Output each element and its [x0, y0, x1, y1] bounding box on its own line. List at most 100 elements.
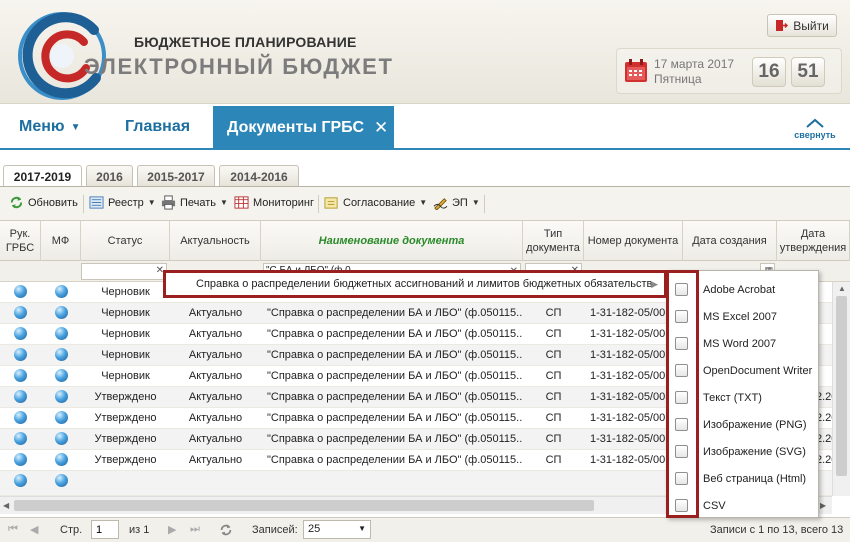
- column-header-docname[interactable]: Наименование документа: [261, 221, 523, 261]
- row-doctype: СП: [545, 412, 562, 424]
- monitoring-button[interactable]: Мониторинг: [234, 195, 314, 210]
- row-actuality: Актуально: [188, 370, 243, 382]
- export-format-checkbox[interactable]: [675, 499, 688, 512]
- row-status: Утверждено: [94, 391, 157, 403]
- export-format-item[interactable]: MS Word 2007: [667, 330, 820, 357]
- printer-icon: [161, 195, 176, 210]
- column-header-doctype[interactable]: Тип документа: [523, 221, 584, 261]
- row-actuality: Актуально: [188, 349, 243, 361]
- records-per-page-select[interactable]: 25 ▼: [303, 520, 371, 539]
- print-report-menu-item[interactable]: Справка о распределении бюджетных ассигн…: [163, 270, 667, 298]
- refresh-label: Обновить: [28, 196, 78, 209]
- refresh-button[interactable]: Обновить: [9, 195, 78, 210]
- column-header-status[interactable]: Статус: [81, 221, 170, 261]
- column-header-docnum[interactable]: Номер документа: [584, 221, 683, 261]
- main-nav: Меню ▼ Главная Документы ГРБС ✕ свернуть: [0, 104, 850, 150]
- close-icon[interactable]: ✕: [374, 118, 388, 138]
- page-label: Стр.: [60, 524, 83, 536]
- export-format-checkbox[interactable]: [675, 364, 688, 377]
- export-format-item[interactable]: Веб страница (Html): [667, 465, 820, 492]
- row-doctype: СП: [545, 328, 562, 340]
- monitoring-label: Мониторинг: [253, 196, 315, 209]
- exit-button[interactable]: Выйти: [767, 14, 837, 37]
- app-window: БЮДЖЕТНОЕ ПЛАНИРОВАНИЕ ЭЛЕКТРОННЫЙ БЮДЖЕ…: [0, 0, 850, 542]
- vertical-scroll-thumb[interactable]: [836, 296, 847, 476]
- row-docnum: 1-31-182-05/00: [590, 370, 666, 382]
- export-format-item[interactable]: CSV: [667, 492, 820, 519]
- registry-label: Реестр: [108, 196, 144, 209]
- scroll-left-icon[interactable]: ◀: [3, 501, 9, 510]
- export-format-checkbox[interactable]: [675, 418, 688, 431]
- year-tab-2014-2016[interactable]: 2014-2016: [219, 165, 299, 187]
- tab-documents-grbs-label: Документы ГРБС: [227, 119, 364, 136]
- row-doctype: СП: [545, 307, 562, 319]
- records-per-page-label: Записей:: [252, 524, 298, 536]
- refresh-icon[interactable]: [219, 523, 233, 537]
- export-format-item[interactable]: Текст (TXT): [667, 384, 820, 411]
- horizontal-scroll-thumb[interactable]: [14, 500, 594, 511]
- row-doctype: СП: [545, 433, 562, 445]
- column-header-mf[interactable]: МФ: [41, 221, 81, 261]
- pagination-bar: ⏮ ◀ Стр. из 1 ▶ ⏭ Записей: 25 ▼ Записи с…: [0, 517, 850, 542]
- print-button[interactable]: Печать ▼: [161, 195, 228, 210]
- vertical-scrollbar[interactable]: ▲: [832, 282, 850, 496]
- column-header-created[interactable]: Дата создания: [683, 221, 777, 261]
- system-title-line1: БЮДЖЕТНОЕ ПЛАНИРОВАНИЕ: [134, 34, 357, 50]
- rukgrbs-status-icon: [0, 429, 41, 450]
- export-format-item[interactable]: Изображение (PNG): [667, 411, 820, 438]
- year-tab-2015-2017[interactable]: 2015-2017: [137, 165, 215, 187]
- date-time-panel: 17 марта 2017 Пятница 16 51: [616, 48, 842, 94]
- ep-button[interactable]: ЭП ▼: [433, 195, 480, 210]
- chevron-down-icon: ▼: [419, 198, 428, 207]
- year-tab-2017-2019[interactable]: 2017-2019: [3, 165, 82, 188]
- row-docname: "Справка о распределении БА и ЛБО" (ф.05…: [267, 328, 523, 340]
- scroll-right-icon[interactable]: ▶: [820, 501, 826, 510]
- exit-icon: [776, 20, 789, 31]
- mf-status-icon: [41, 366, 81, 387]
- export-format-item[interactable]: OpenDocument Writer: [667, 357, 820, 384]
- year-tab-2016[interactable]: 2016: [86, 165, 133, 187]
- row-docname: "Справка о распределении БА и ЛБО" (ф.05…: [267, 370, 523, 382]
- tab-documents-grbs[interactable]: Документы ГРБС ✕: [213, 106, 394, 150]
- year-tabs: 2017-2019 2016 2015-2017 2014-2016: [0, 150, 850, 188]
- nav-home[interactable]: Главная: [125, 118, 190, 136]
- export-format-item[interactable]: Изображение (SVG): [667, 438, 820, 465]
- rukgrbs-status-icon: [0, 366, 41, 387]
- export-format-checkbox[interactable]: [675, 445, 688, 458]
- row-docnum: 1-31-182-05/00: [590, 307, 666, 319]
- scroll-up-icon[interactable]: ▲: [838, 284, 846, 293]
- collapse-button[interactable]: свернуть: [790, 118, 840, 140]
- rukgrbs-status-icon: [0, 387, 41, 408]
- export-format-checkbox[interactable]: [675, 310, 688, 323]
- page-count: из 1: [129, 524, 150, 536]
- approval-button[interactable]: Согласование ▼: [324, 195, 427, 210]
- export-format-menu: Adobe Acrobat MS Excel 2007 MS Word 2007…: [666, 270, 819, 518]
- export-format-checkbox[interactable]: [675, 283, 688, 296]
- last-page-icon[interactable]: ⏭: [190, 523, 200, 536]
- row-docname: "Справка о распределении БА и ЛБО" (ф.05…: [267, 307, 523, 319]
- records-summary: Записи с 1 по 13, всего 13: [710, 524, 844, 536]
- export-format-checkbox[interactable]: [675, 391, 688, 404]
- next-page-icon[interactable]: ▶: [168, 523, 176, 536]
- print-label: Печать: [180, 196, 217, 209]
- status-filter[interactable]: ✕: [81, 263, 167, 280]
- export-format-checkbox[interactable]: [675, 337, 688, 350]
- column-header-actuality[interactable]: Актуальность: [170, 221, 261, 261]
- export-format-item[interactable]: MS Excel 2007: [667, 303, 820, 330]
- nav-menu[interactable]: Меню ▼: [19, 118, 80, 136]
- prev-page-icon[interactable]: ◀: [30, 523, 38, 536]
- export-format-checkbox[interactable]: [675, 472, 688, 485]
- row-status: Черновик: [101, 328, 150, 340]
- export-format-label: Изображение (PNG): [703, 418, 807, 431]
- export-format-label: Текст (TXT): [703, 391, 762, 404]
- row-docnum: 1-31-182-05/00: [590, 391, 666, 403]
- first-page-icon[interactable]: ⏮: [8, 523, 18, 536]
- column-header-approved[interactable]: Дата утверждения: [777, 221, 850, 261]
- page-input[interactable]: [91, 520, 119, 539]
- column-header-rukgrbs[interactable]: Рук. ГРБС: [0, 221, 41, 261]
- export-format-item[interactable]: Adobe Acrobat: [667, 276, 820, 303]
- registry-button[interactable]: Реестр ▼: [89, 195, 156, 210]
- monitoring-icon: [234, 196, 249, 209]
- row-docnum: 1-31-182-05/00: [590, 412, 666, 424]
- row-doctype: СП: [545, 454, 562, 466]
